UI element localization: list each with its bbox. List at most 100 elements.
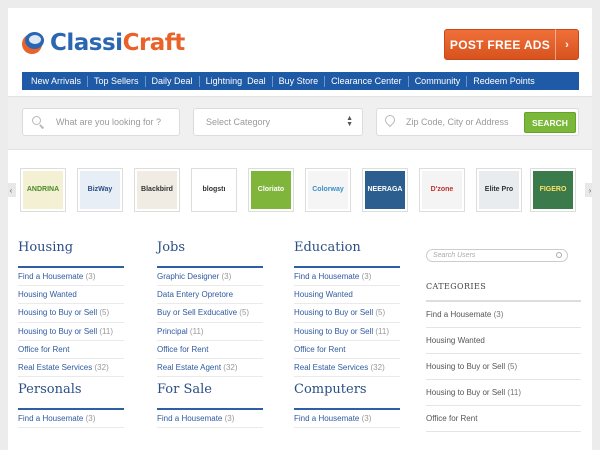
category-link-text: Find a Housemate [157,414,223,423]
category-heading[interactable]: Computers [294,382,400,410]
category-link[interactable]: Housing to Buy or Sell (11) [294,323,400,341]
site-logo[interactable]: ClassiCraft [22,30,185,56]
user-search-input[interactable]: Search Users [426,249,568,262]
location-pin-icon [385,115,395,129]
category-link[interactable]: Office for Rent [157,341,263,359]
sidebar-category-link[interactable]: Housing Wanted [426,328,581,354]
nav-item-redeem-points[interactable]: Redeem Points [467,76,541,87]
logo-text: ClassiCraft [50,30,185,56]
theme-thumbnail-label: Colorway [308,171,348,209]
keyword-search-placeholder: What are you looking for ? [56,117,162,127]
sidebar-category-link[interactable]: Office for Rent [426,406,581,432]
category-heading[interactable]: For Sale [157,382,263,410]
user-search-placeholder: Search Users [433,252,476,259]
category-link-count: (32) [94,362,109,372]
theme-thumbnail-label: FIGERO [533,171,573,209]
theme-thumbnail[interactable]: Cloriato [248,168,294,212]
sidebar-heading: CATEGORIES [426,282,581,302]
category-column-personals: Personals Find a Housemate (3) [18,382,124,429]
category-link[interactable]: Housing to Buy or Sell (11) [18,323,124,341]
category-link-text: Buy or Sell Exducative [157,308,238,318]
theme-thumbnail[interactable]: FIGERO [530,168,576,212]
category-link-text: Housing to Buy or Sell [294,308,374,318]
chevron-right-icon: › [565,38,569,51]
category-link-text: Find a Housemate [18,414,84,423]
theme-thumbnail-label: Cloriato [251,171,291,209]
theme-thumbnail[interactable]: D'zone [419,168,465,212]
category-select[interactable]: Select Category ▲ ▼ [193,108,363,136]
nav-item-daily-deal[interactable]: Daily Deal [146,75,200,87]
sidebar-category-link[interactable]: Find a Housemate (3) [426,302,581,328]
category-link[interactable]: Principal (11) [157,323,263,341]
category-link-text: Housing Wanted [294,290,353,300]
nav-item-community[interactable]: Community [409,75,468,87]
sidebar-category-count: (11) [507,388,522,397]
category-link-count: (3) [361,414,372,423]
theme-thumbnail-label: blogstı [194,171,234,209]
category-link[interactable]: Find a Housemate (3) [18,410,124,429]
theme-thumbnail[interactable]: BizWay [77,168,123,212]
category-link[interactable]: Housing to Buy or Sell (5) [18,304,124,323]
page: ClassiCraft POST FREE ADS › New Arrivals… [8,8,592,450]
category-link[interactable]: Find a Housemate (3) [294,410,400,429]
category-link-text: Real Estate Agent [157,362,222,372]
sidebar-category-link[interactable]: Housing to Buy or Sell (5) [426,354,581,380]
theme-thumbnail[interactable]: blogstı [191,168,237,212]
carousel-next-icon[interactable]: › [585,183,592,197]
sidebar-category-text: Housing to Buy or Sell [426,362,506,371]
category-column-jobs: Jobs Graphic Designer (3) Data Entery Opr… [157,240,263,378]
theme-thumbnail-label: D'zone [422,171,462,209]
category-heading[interactable]: Jobs [157,240,263,268]
category-link[interactable]: Find a Housemate (3) [157,410,263,429]
category-link[interactable]: Housing Wanted [294,286,400,305]
category-link-count: (11) [99,326,114,336]
category-link[interactable]: Graphic Designer (3) [157,268,263,287]
category-link[interactable]: Real Estate Services (32) [18,359,124,378]
category-link-count: (32) [370,362,385,372]
category-link-text: Data Entery Opretore [157,290,234,300]
location-search-field[interactable]: Zip Code, City or Address SEARCH [376,108,579,136]
nav-item-top-sellers[interactable]: Top Sellers [88,75,146,87]
theme-thumbnail-label: BizWay [80,171,120,209]
theme-thumbnail[interactable]: Blackbird [134,168,180,212]
category-link[interactable]: Data Entery Opretore [157,286,263,305]
post-free-ads-button[interactable]: POST FREE ADS › [444,29,579,60]
category-link[interactable]: Real Estate Agent (32) [157,359,263,378]
category-link-count: (5) [239,308,250,318]
nav-item-new-arrivals[interactable]: New Arrivals [25,75,89,87]
sidebar-category-link[interactable]: Housing to Buy or Sell (11) [426,380,581,406]
category-heading[interactable]: Education [294,240,400,268]
carousel-prev-icon[interactable]: ‹ [8,183,16,197]
category-link[interactable]: Office for Rent [294,341,400,359]
logo-icon [22,32,44,54]
category-link-count: (3) [224,414,235,423]
category-link-text: Office for Rent [18,344,70,354]
category-link[interactable]: Real Estate Services (32) [294,359,400,378]
nav-item-clearance-center[interactable]: Clearance Center [325,75,409,87]
category-link[interactable]: Office for Rent [18,341,124,359]
theme-thumbnail[interactable]: NEERAGA [362,168,408,212]
category-link-count: (3) [361,272,372,281]
theme-thumbnail[interactable]: ANDRINA [20,168,66,212]
category-column-housing: Housing Find a Housemate (3) Housing Want… [18,240,124,378]
category-link[interactable]: Buy or Sell Exducative (5) [157,304,263,323]
category-link[interactable]: Find a Housemate (3) [18,268,124,287]
nav-item-buy-store[interactable]: Buy Store [273,75,326,87]
category-link[interactable]: Find a Housemate (3) [294,268,400,287]
keyword-search-field[interactable]: What are you looking for ? [22,108,180,136]
sidebar-category-text: Find a Housemate [426,310,492,319]
category-link[interactable]: Housing to Buy or Sell (5) [294,304,400,323]
theme-thumbnail[interactable]: Elite Pro [476,168,522,212]
search-button[interactable]: SEARCH [524,112,576,133]
sidebar-category-text: Housing Wanted [426,336,485,345]
category-heading[interactable]: Personals [18,382,124,410]
category-heading[interactable]: Housing [18,240,124,268]
category-link-text: Graphic Designer [157,272,220,281]
select-arrows-icon: ▲ ▼ [346,115,353,128]
category-link-count: (3) [85,414,96,423]
theme-thumbnail-label: Elite Pro [479,171,519,209]
category-link[interactable]: Housing Wanted [18,286,124,305]
post-free-ads-label: POST FREE ADS [449,37,551,52]
theme-thumbnail[interactable]: Colorway [305,168,351,212]
nav-item-lightning-deal[interactable]: Lightning Deal [200,75,273,87]
